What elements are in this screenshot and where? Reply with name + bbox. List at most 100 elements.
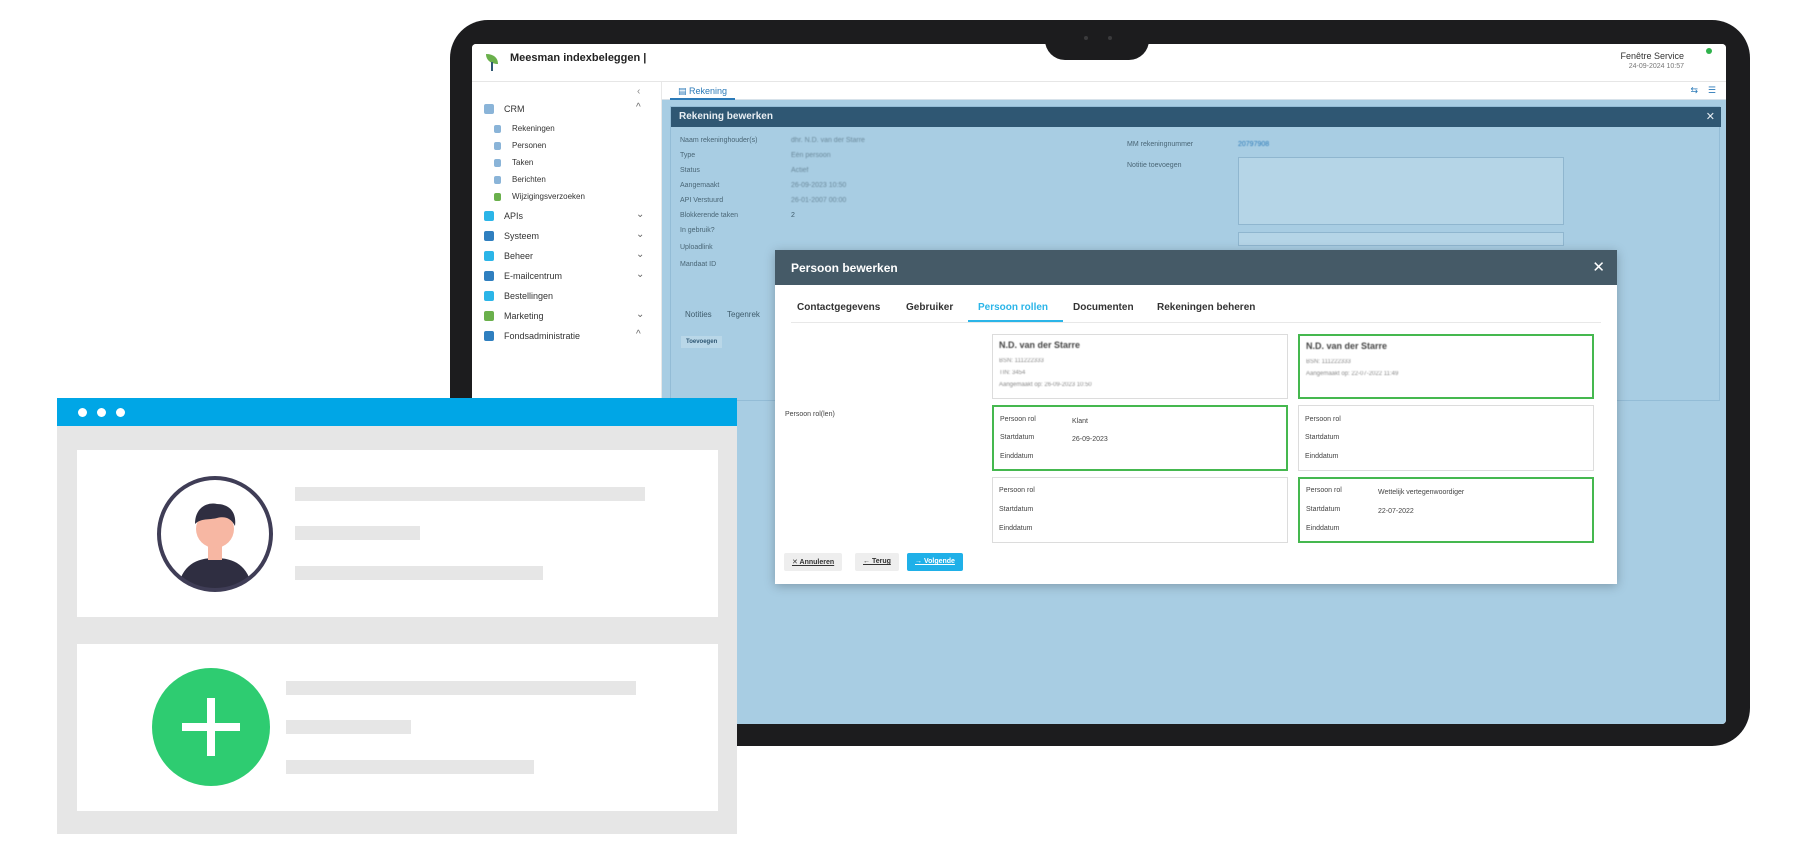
chevron-down-icon: ⌄ <box>636 229 645 240</box>
modal-title: Persoon bewerken <box>791 261 898 275</box>
chevron-down-icon: ⌄ <box>636 209 645 220</box>
sidebar-subitem-rekeningen[interactable]: Rekeningen <box>472 122 662 138</box>
chevron-down-icon: ⌄ <box>636 269 645 280</box>
person-bsn: BSN: 111222333 <box>1306 359 1351 365</box>
sidebar-subitem-wijzigingsverzoeken[interactable]: Wijzigingsverzoeken <box>472 190 662 206</box>
sidebar-item-beheer[interactable]: Beheer ⌄ <box>472 247 662 267</box>
close-icon[interactable]: ✕ <box>1592 258 1605 276</box>
tab-rekening[interactable]: ▤ Rekening <box>670 82 736 100</box>
field-value: 26-09-2023 10:50 <box>791 182 847 189</box>
user-name[interactable]: Fenêtre Service <box>1620 51 1684 61</box>
role-card[interactable]: Persoon rol Klant Startdatum 26-09-2023 … <box>992 405 1288 471</box>
pin-icon <box>494 193 501 201</box>
field-label: In gebruik? <box>680 227 715 234</box>
role-value: 22-07-2022 <box>1378 508 1414 515</box>
mm-rekeningnummer-link[interactable]: 20797908 <box>1238 141 1269 148</box>
tab-persoon-rollen[interactable]: Persoon rollen <box>978 302 1048 313</box>
server-icon <box>484 231 494 241</box>
rekening-title: Rekening bewerken <box>679 111 773 122</box>
role-card[interactable]: Persoon rol Startdatum Einddatum <box>992 477 1288 543</box>
role-key: Persoon rol <box>999 487 1035 494</box>
field-label: Notitie toevoegen <box>1127 162 1182 169</box>
role-value: 26-09-2023 <box>1072 436 1108 443</box>
toevoegen-button[interactable]: Toevoegen <box>681 336 723 348</box>
chevron-up-icon: ^ <box>636 102 641 113</box>
tab-gebruiker[interactable]: Gebruiker <box>906 302 953 313</box>
sidebar-subitem-label: Rekeningen <box>512 124 555 133</box>
window-dot-icon <box>78 408 87 417</box>
compare-icon[interactable]: ⇆ <box>1690 85 1698 96</box>
field-value: 26-01-2007 00:00 <box>791 197 847 204</box>
tab-rekeningen-beheren[interactable]: Rekeningen beheren <box>1157 302 1255 313</box>
annuleren-button[interactable]: ✕ Annuleren <box>784 553 843 571</box>
camera-icon <box>1108 36 1112 40</box>
volgende-button[interactable]: → Volgende <box>907 553 963 571</box>
notitie-textarea[interactable] <box>1238 157 1564 225</box>
field-label: Mandaat ID <box>680 261 717 268</box>
field-value: dhr. N.D. van der Starre <box>791 137 865 144</box>
skeleton-line <box>286 681 636 695</box>
subtab-notities[interactable]: Notities <box>685 310 712 319</box>
tab-bar: ▤ Rekening ⇆ ☰ <box>662 82 1726 100</box>
skeleton-line <box>286 720 411 734</box>
tab-documenten[interactable]: Documenten <box>1073 302 1134 313</box>
role-key: Startdatum <box>1306 506 1341 513</box>
role-card[interactable]: Persoon rol Startdatum Einddatum <box>1298 405 1594 471</box>
user-avatar-icon <box>157 476 273 592</box>
person-card-left[interactable]: N.D. van der Starre BSN: 111222333 TIN: … <box>992 334 1288 399</box>
sidebar-item-apis[interactable]: APIs ⌄ <box>472 207 662 227</box>
chevron-down-icon: ⌄ <box>636 249 645 260</box>
role-key: Startdatum <box>1305 434 1340 441</box>
sidebar-subitem-label: Taken <box>512 158 534 167</box>
sidebar-subitem-taken[interactable]: Taken <box>472 156 662 172</box>
tools-icon <box>484 251 494 261</box>
dropdown-select[interactable] <box>1238 232 1564 246</box>
sidebar-item-fondsadministratie[interactable]: Fondsadministratie ^ <box>472 327 662 347</box>
persoon-bewerken-modal: Persoon bewerken ✕ Contactgegevens Gebru… <box>775 250 1617 584</box>
collapse-sidebar-icon[interactable]: ‹ <box>637 86 640 97</box>
sidebar-item-label: E-mailcentrum <box>504 271 563 281</box>
sidebar-subitem-personen[interactable]: Personen <box>472 139 662 155</box>
field-label: Uploadlink <box>680 244 713 251</box>
sidebar-subitem-berichten[interactable]: Berichten <box>472 173 662 189</box>
sidebar-item-systeem[interactable]: Systeem ⌄ <box>472 227 662 247</box>
rekening-header: Rekening bewerken ✕ <box>671 107 1721 127</box>
megaphone-icon <box>484 311 494 321</box>
chat-icon <box>494 176 501 184</box>
browser-illustration <box>57 398 737 834</box>
sidebar-item-crm[interactable]: CRM ^ <box>472 100 662 120</box>
tab-contactgegevens[interactable]: Contactgegevens <box>797 302 880 313</box>
sidebar-item-label: Beheer <box>504 251 534 261</box>
person-bsn: BSN: 111222333 <box>999 358 1044 364</box>
role-card[interactable]: Persoon rol Wettelijk vertegenwoordiger … <box>1298 477 1594 543</box>
role-value: Klant <box>1072 418 1088 425</box>
person-card-right[interactable]: N.D. van der Starre BSN: 111222333 Aange… <box>1298 334 1594 399</box>
subtab-tegenrek[interactable]: Tegenrek <box>727 310 760 319</box>
sidebar-item-emailcentrum[interactable]: E-mailcentrum ⌄ <box>472 267 662 287</box>
active-tab-indicator <box>968 320 1063 322</box>
persoon-rollen-label: Persoon rol(len) <box>785 411 835 418</box>
app-title: Meesman indexbeleggen | <box>510 52 647 64</box>
sidebar-item-label: Marketing <box>504 311 544 321</box>
document-icon: ▤ <box>678 86 690 96</box>
terug-button[interactable]: ← Terug <box>855 553 899 571</box>
sidebar-subitem-label: Personen <box>512 141 547 150</box>
sidebar-item-bestellingen[interactable]: Bestellingen <box>472 287 662 307</box>
field-label: MM rekeningnummer <box>1127 141 1194 148</box>
field-label: Blokkerende taken <box>680 212 738 219</box>
people-icon <box>494 142 501 150</box>
role-key: Persoon rol <box>1305 416 1341 423</box>
skeleton-line <box>286 760 534 774</box>
profile-card <box>77 450 718 617</box>
window-dot-icon <box>97 408 106 417</box>
skeleton-line <box>295 566 543 580</box>
online-status-icon <box>1706 48 1712 54</box>
field-label: Naam rekeninghouder(s) <box>680 137 758 144</box>
settings-sliders-icon[interactable]: ☰ <box>1708 85 1716 96</box>
sidebar-item-marketing[interactable]: Marketing ⌄ <box>472 307 662 327</box>
close-icon[interactable]: ✕ <box>1706 110 1715 123</box>
mail-icon <box>484 271 494 281</box>
role-value: Wettelijk vertegenwoordiger <box>1378 489 1465 496</box>
skeleton-line <box>295 487 645 501</box>
document-icon <box>494 125 501 133</box>
